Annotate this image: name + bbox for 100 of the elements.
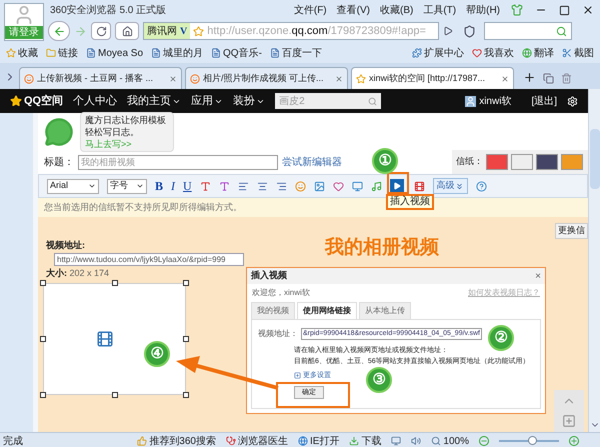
align-center-icon[interactable] — [256, 180, 268, 192]
advanced-button[interactable]: 高级 — [432, 178, 468, 194]
align-right-icon[interactable] — [276, 180, 287, 192]
zoom-out-icon[interactable] — [479, 436, 489, 446]
volume-icon[interactable] — [411, 436, 422, 446]
notice-text: 您当前选用的信纸暂不支持所见即所得编辑方式。 — [44, 200, 242, 214]
screen-icon[interactable] — [391, 436, 402, 446]
back-button[interactable] — [48, 21, 70, 41]
format-button[interactable]: B — [155, 177, 164, 195]
search-field[interactable] — [484, 22, 572, 40]
bookmark-link[interactable]: 百度一下 — [282, 46, 322, 60]
font-select[interactable]: Arial — [47, 178, 99, 194]
tabs-icon[interactable] — [543, 73, 554, 84]
menu-item[interactable]: 查看(V) — [336, 2, 370, 18]
puzzle-icon — [412, 48, 422, 58]
resize-handle[interactable] — [40, 336, 46, 342]
bookmark-link[interactable]: QQ音乐- — [223, 46, 262, 60]
bookmark-link[interactable]: 收藏 — [18, 46, 38, 60]
menu-item[interactable]: 文件(F) — [294, 2, 327, 18]
settings-icon[interactable] — [567, 96, 578, 106]
scroll-thumb[interactable] — [590, 129, 600, 189]
change-stationery-button[interactable]: 更换信 — [555, 223, 588, 238]
browser-tab[interactable]: 相片/照片制作成视频 可上传... — [185, 67, 348, 89]
status-button[interactable]: 浏览器医生 — [238, 434, 288, 447]
nav-item[interactable]: 我的主页 — [127, 92, 182, 110]
size-select[interactable]: 字号 — [107, 178, 147, 194]
format-button[interactable]: U — [183, 177, 192, 195]
new-editor-link[interactable]: 尝试新编辑器 — [282, 154, 342, 170]
dialog-tab[interactable]: 我的视频 — [251, 302, 295, 319]
align-left-icon[interactable] — [238, 180, 249, 192]
shield-icon[interactable] — [463, 24, 476, 38]
resize-handle[interactable] — [183, 336, 189, 342]
caret-icon — [136, 182, 144, 190]
nav-item[interactable]: 个人中心 — [73, 92, 118, 110]
screen-icon[interactable] — [352, 180, 363, 192]
resize-handle[interactable] — [112, 392, 118, 398]
toolbar-link[interactable]: 扩展中心 — [424, 46, 464, 60]
resize-handle[interactable] — [40, 392, 46, 398]
engine-label[interactable]: 腾讯网 V — [144, 23, 190, 39]
toolbar-link[interactable]: 截图 — [574, 46, 594, 60]
stationery-thumbnail[interactable] — [486, 154, 508, 170]
toolbar-link[interactable]: 我喜欢 — [484, 46, 514, 60]
status-button[interactable]: IE打开 — [310, 434, 340, 447]
stationery-thumbnail[interactable] — [561, 154, 583, 170]
url-text: http://user.qzone.qq.com/1798723809#!app= — [207, 24, 426, 39]
nav-item[interactable]: 应用 — [191, 92, 224, 110]
resize-handle[interactable] — [183, 280, 189, 286]
menu-item[interactable]: 帮助(H) — [466, 2, 500, 18]
new-tab-icon[interactable] — [523, 71, 536, 84]
browser-tab[interactable]: 上传新视频 - 土豆网 - 播客 ... — [19, 67, 182, 89]
bookmark-link[interactable]: 城里的月 — [163, 46, 204, 60]
status-button[interactable]: 下载 — [361, 434, 382, 447]
sticker-icon[interactable] — [332, 180, 344, 192]
slider-thumb[interactable] — [528, 436, 537, 445]
close-icon[interactable] — [582, 4, 594, 16]
dialog-tab[interactable]: 使用网络链接 — [297, 302, 357, 319]
toolbar-link[interactable]: 翻译 — [534, 46, 554, 60]
emoticon-icon[interactable] — [294, 180, 306, 192]
resize-handle[interactable] — [112, 280, 118, 286]
promo-text: 魔方日志让你用模板轻松写日志。 — [85, 114, 166, 136]
music-icon[interactable] — [370, 180, 382, 192]
resize-handle[interactable] — [183, 392, 189, 398]
image-icon[interactable] — [314, 180, 325, 192]
address-field[interactable]: 腾讯网 V http://user.qzone.qq.com/1798723809#!app= — [143, 22, 439, 40]
zoom-button[interactable]: 100% — [443, 434, 469, 447]
help-icon[interactable] — [476, 180, 487, 192]
close-button[interactable]: × — [535, 268, 541, 284]
maximize-icon[interactable] — [559, 4, 570, 16]
dialog-tab[interactable]: 从本地上传 — [359, 302, 411, 319]
heart-icon — [472, 48, 482, 58]
expand-icon[interactable] — [294, 372, 301, 379]
user-link[interactable]: xinwi软 — [479, 94, 512, 108]
scissors-icon — [562, 48, 572, 58]
tooltip: 插入视频 — [386, 194, 434, 210]
status-button[interactable]: 推荐到360搜索 — [149, 434, 216, 447]
font-color-icon[interactable] — [200, 180, 211, 192]
stationery-thumbnail[interactable] — [536, 154, 558, 170]
close-icon[interactable] — [501, 74, 509, 82]
home-button[interactable] — [115, 22, 139, 40]
bookmark-link[interactable]: Moyea So — [98, 46, 144, 60]
nav-item[interactable]: 装扮 — [233, 92, 266, 110]
menu-item[interactable]: 工具(T) — [423, 2, 456, 18]
letter-heading: 我的相册视频 — [325, 236, 439, 260]
menu-item[interactable]: 收藏(B) — [380, 2, 414, 18]
logout-link[interactable]: [退出] — [531, 94, 557, 108]
go-icon[interactable] — [443, 26, 453, 36]
bookmark-link[interactable]: 链接 — [58, 46, 78, 60]
add-icon[interactable] — [562, 414, 576, 428]
star-icon — [6, 48, 16, 58]
qzone-logo[interactable]: QQ空间 — [10, 92, 64, 110]
resize-handle[interactable] — [40, 280, 46, 286]
refresh-button[interactable] — [91, 22, 111, 40]
format-button[interactable]: I — [171, 177, 176, 195]
highlight-icon[interactable] — [218, 180, 230, 192]
trash-icon[interactable] — [561, 73, 572, 84]
shirt-icon[interactable] — [511, 4, 523, 16]
stationery-thumbnail[interactable] — [511, 154, 533, 170]
insert-video-button[interactable] — [390, 179, 404, 193]
browser-tab[interactable]: xinwi软的空间 [http://17987... — [351, 67, 514, 89]
zoom-in-icon[interactable] — [569, 436, 579, 446]
